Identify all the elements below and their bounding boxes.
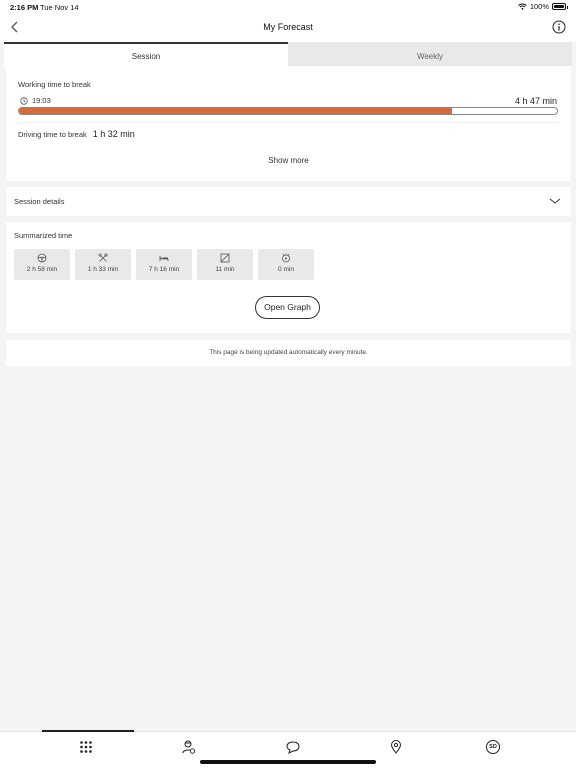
summary-availability-value: 11 min: [215, 266, 235, 273]
tab-bar: Session Weekly: [4, 42, 572, 66]
session-details-row[interactable]: Session details: [6, 187, 571, 216]
active-tab-indicator: [42, 730, 134, 732]
battery-percent: 100%: [529, 2, 549, 11]
bed-icon: [159, 256, 169, 261]
apps-grid-icon[interactable]: [79, 740, 93, 754]
summary-tiles: 2 h 58 min 1 h 33 min 7 h 16 min 11 min: [14, 249, 314, 280]
working-time-progress-bar: [18, 107, 558, 115]
status-time: 2:16 PM: [10, 3, 39, 12]
summary-work-value: 1 h 33 min: [87, 266, 119, 273]
summary-tile-driving: 2 h 58 min: [14, 249, 70, 280]
summary-other-value: 0 min: [278, 266, 294, 273]
clock-icon: [20, 96, 28, 105]
driving-time-row: Driving time to break 1 h 32 min: [18, 129, 135, 139]
summary-rest-value: 7 h 16 min: [148, 266, 180, 273]
working-time-label: Working time to break: [18, 80, 91, 89]
driver-icon[interactable]: [182, 740, 196, 754]
status-bar: 2:16 PM Tue Nov 14 100%: [0, 0, 576, 14]
auto-update-note: This page is being updated automatically…: [209, 349, 368, 356]
update-note-card: This page is being updated automatically…: [6, 340, 571, 366]
sd-icon[interactable]: SD: [486, 740, 500, 754]
summary-tile-other: 0 min: [258, 249, 314, 280]
page-title: My Forecast: [263, 22, 313, 32]
break-forecast-card: Working time to break 19:03 4 h 47 min D…: [6, 66, 571, 181]
summarized-time-card: Summarized time 2 h 58 min 1 h 33 min 7: [6, 222, 571, 333]
show-more-link[interactable]: Show more: [6, 156, 571, 165]
location-icon[interactable]: [389, 740, 403, 754]
crossed-tools-icon: [98, 253, 108, 262]
summary-tile-availability: 11 min: [197, 249, 253, 280]
open-graph-button[interactable]: Open Graph: [255, 296, 320, 319]
driving-time-value: 1 h 32 min: [92, 129, 135, 139]
clock-row: 19:03: [20, 96, 51, 105]
summarized-time-label: Summarized time: [14, 231, 73, 240]
availability-icon: [220, 253, 230, 263]
summary-tile-rest: 7 h 16 min: [136, 249, 192, 280]
summary-tile-work: 1 h 33 min: [75, 249, 131, 280]
status-date: Tue Nov 14: [40, 3, 79, 12]
summary-driving-value: 2 h 58 min: [26, 266, 58, 273]
working-time-progress-fill: [19, 108, 453, 114]
break-clock-time: 19:03: [32, 96, 51, 105]
navigation-bar: My Forecast: [0, 14, 576, 42]
battery-icon: [552, 3, 568, 10]
wifi-icon: [517, 3, 527, 10]
divider: [18, 122, 559, 123]
steering-wheel-icon: [37, 253, 47, 263]
status-right: 100%: [517, 2, 568, 11]
tab-weekly[interactable]: Weekly: [288, 42, 572, 66]
info-icon[interactable]: [552, 20, 566, 34]
chevron-down-icon[interactable]: [549, 197, 561, 205]
driving-time-label: Driving time to break: [18, 130, 87, 139]
wheel-alert-icon: [282, 253, 290, 263]
session-details-label: Session details: [14, 197, 65, 206]
home-indicator: [200, 760, 376, 764]
working-time-value: 4 h 47 min: [514, 96, 557, 106]
chat-icon[interactable]: [286, 740, 300, 754]
tab-session[interactable]: Session: [4, 42, 288, 66]
